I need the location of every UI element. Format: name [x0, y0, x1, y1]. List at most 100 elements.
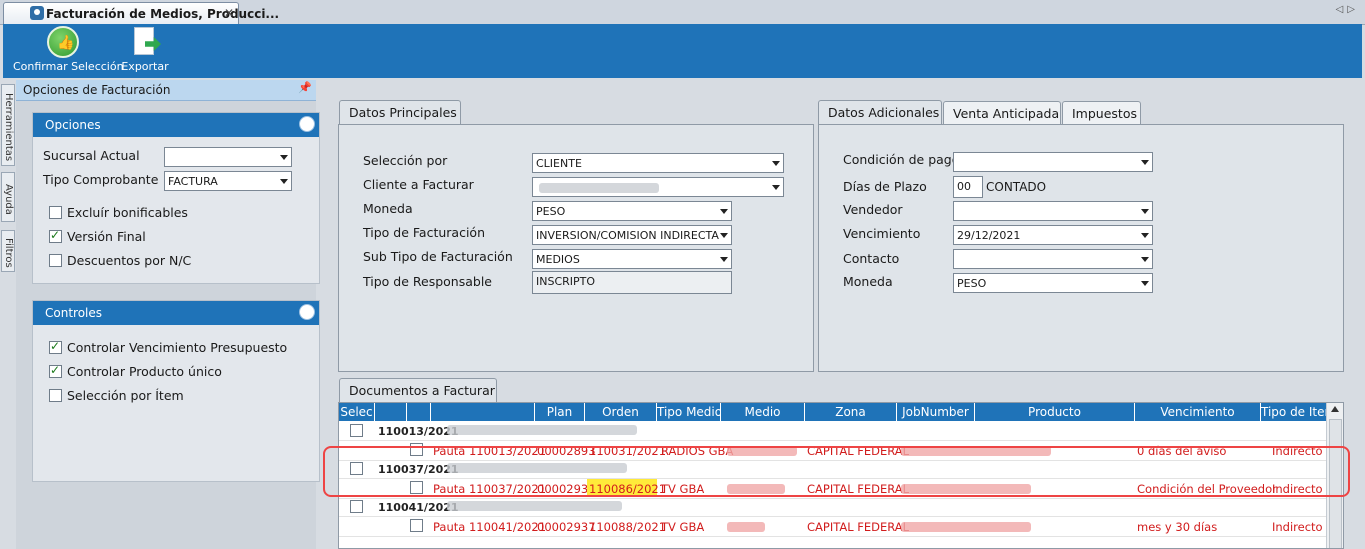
pin-icon[interactable]: 📌: [298, 81, 312, 94]
seleccion-por-label: Selección por: [363, 153, 448, 168]
row-divider: [339, 516, 1327, 517]
condicion-pago-select[interactable]: [953, 152, 1153, 172]
tab-impuestos[interactable]: Impuestos: [1062, 101, 1141, 125]
billing-options-panel: Opciones de Facturación 📌 Opciones Sucur…: [16, 80, 320, 549]
export-label: Exportar: [121, 60, 169, 73]
col-header-tipo-item[interactable]: Tipo de Item: [1261, 403, 1327, 421]
col-header-orden[interactable]: Orden: [585, 403, 657, 421]
vencimiento-date[interactable]: 29/12/2021: [953, 225, 1153, 245]
vendedor-select[interactable]: [953, 201, 1153, 221]
chevron-down-icon: [772, 161, 780, 166]
controlar-vencimiento-label: Controlar Vencimiento Presupuesto: [67, 340, 288, 355]
plan-cell: 00002937: [537, 520, 596, 534]
tipo-responsable-field: INSCRIPTO: [532, 271, 732, 294]
collapse-icon[interactable]: [299, 116, 315, 132]
col-header-tipo-medio[interactable]: Tipo Medio: [657, 403, 721, 421]
sucursal-label: Sucursal Actual: [43, 148, 140, 163]
side-tab-herramientas[interactable]: Herramientas: [1, 84, 15, 166]
vencimiento-cell: mes y 30 días: [1137, 520, 1218, 534]
document-tab-strip: Facturación de Medios, Producci... ✕ ◁▷: [0, 0, 1365, 25]
chevron-down-icon: [1141, 160, 1149, 165]
dias-plazo-suffix: CONTADO: [986, 180, 1047, 194]
controles-group-header[interactable]: Controles: [33, 301, 319, 325]
row-divider: [339, 440, 1327, 441]
contacto-label: Contacto: [843, 251, 900, 266]
moneda-adicional-select[interactable]: PESO: [953, 273, 1153, 293]
vencimiento-label: Vencimiento: [843, 226, 921, 241]
col-header-zona[interactable]: Zona: [805, 403, 897, 421]
controlar-producto-checkbox[interactable]: [49, 363, 62, 378]
opciones-group-header[interactable]: Opciones: [33, 113, 319, 137]
tipo-responsable-label: Tipo de Responsable: [363, 274, 492, 289]
export-icon: [129, 26, 161, 58]
descuentos-nc-label: Descuentos por N/C: [67, 253, 192, 268]
side-tab-ayuda[interactable]: Ayuda: [1, 172, 15, 222]
close-icon[interactable]: ✕: [224, 6, 234, 20]
contacto-select[interactable]: [953, 249, 1153, 269]
redacted-text: [447, 425, 637, 435]
zona-cell: CAPITAL FEDERAL: [807, 520, 910, 534]
vendedor-label: Vendedor: [843, 202, 903, 217]
col-header-plan[interactable]: Plan: [535, 403, 585, 421]
redacted-text: [539, 183, 659, 193]
tab-scroll-arrows-icon[interactable]: ◁▷: [1336, 4, 1359, 15]
chevron-down-icon: [280, 155, 288, 160]
tab-datos-adicionales[interactable]: Datos Adicionales: [818, 100, 942, 125]
group-select-checkbox[interactable]: [350, 500, 363, 513]
tipo-comprobante-select[interactable]: FACTURA: [164, 171, 292, 191]
pauta-cell: Pauta 110041/2021: [433, 520, 547, 534]
subtipo-facturacion-label: Sub Tipo de Facturación: [363, 249, 513, 264]
version-final-checkbox[interactable]: [49, 228, 62, 243]
moneda-select[interactable]: PESO: [532, 201, 732, 221]
col-header-selec[interactable]: Selec: [339, 403, 375, 421]
chevron-down-icon: [1141, 233, 1149, 238]
confirm-selection-label: Confirmar Selección: [13, 60, 124, 73]
collapse-icon[interactable]: [299, 304, 315, 320]
row-divider: [339, 536, 1327, 537]
col-header-medio[interactable]: Medio: [721, 403, 805, 421]
datos-adicionales-panel: Condición de pago Días de Plazo 00 CONTA…: [818, 124, 1344, 372]
col-header-blank[interactable]: [407, 403, 431, 421]
tipo-item-cell: Indirecto: [1272, 520, 1323, 534]
subtipo-facturacion-select[interactable]: MEDIOS: [532, 249, 732, 269]
dias-plazo-input[interactable]: 00: [953, 176, 983, 198]
chevron-down-icon: [720, 233, 728, 238]
col-header-producto[interactable]: Producto: [975, 403, 1135, 421]
chevron-down-icon: [772, 185, 780, 190]
ribbon-toolbar: 👍 Confirmar Selección Exportar: [3, 24, 1362, 78]
export-button[interactable]: Exportar: [121, 26, 169, 73]
cliente-select[interactable]: [532, 177, 784, 197]
group-select-checkbox[interactable]: [350, 424, 363, 437]
row-divider: [339, 498, 1327, 499]
excluir-bonificables-label: Excluír bonificables: [67, 205, 188, 220]
tipo-facturacion-select[interactable]: INVERSION/COMISION INDIRECTA: [532, 225, 732, 245]
condicion-pago-label: Condición de pago: [843, 152, 960, 167]
confirm-selection-button[interactable]: 👍 Confirmar Selección: [13, 26, 124, 73]
thumbs-up-icon: 👍: [47, 26, 79, 58]
seleccion-por-select[interactable]: CLIENTE: [532, 153, 784, 173]
descuentos-nc-checkbox[interactable]: [49, 254, 62, 267]
tab-documentos-facturar[interactable]: Documentos a Facturar: [339, 378, 497, 403]
sucursal-select[interactable]: [164, 147, 292, 167]
controles-title: Controles: [45, 306, 103, 320]
scroll-up-icon[interactable]: [1331, 406, 1339, 412]
item-select-checkbox[interactable]: [410, 519, 423, 532]
col-header-jobnumber[interactable]: JobNumber: [897, 403, 975, 421]
excluir-bonificables-checkbox[interactable]: [49, 206, 62, 219]
moneda-label: Moneda: [363, 201, 413, 216]
chevron-down-icon: [1141, 257, 1149, 262]
col-header-blank[interactable]: [431, 403, 535, 421]
tab-venta-anticipada[interactable]: Venta Anticipada: [943, 101, 1061, 125]
seleccion-item-checkbox[interactable]: [49, 389, 62, 402]
tab-datos-principales[interactable]: Datos Principales: [339, 100, 461, 125]
chevron-down-icon: [1141, 281, 1149, 286]
cliente-label: Cliente a Facturar: [363, 177, 474, 192]
orden-cell: 110088/2021: [589, 520, 667, 534]
controles-group: Controles Controlar Vencimiento Presupue…: [32, 300, 320, 482]
moneda-adicional-label: Moneda: [843, 274, 893, 289]
document-tab[interactable]: Facturación de Medios, Producci... ✕: [3, 2, 279, 24]
col-header-blank[interactable]: [375, 403, 407, 421]
controlar-vencimiento-checkbox[interactable]: [49, 339, 62, 354]
col-header-vencimiento[interactable]: Vencimiento: [1135, 403, 1261, 421]
side-tab-filtros[interactable]: Filtros: [1, 230, 15, 272]
